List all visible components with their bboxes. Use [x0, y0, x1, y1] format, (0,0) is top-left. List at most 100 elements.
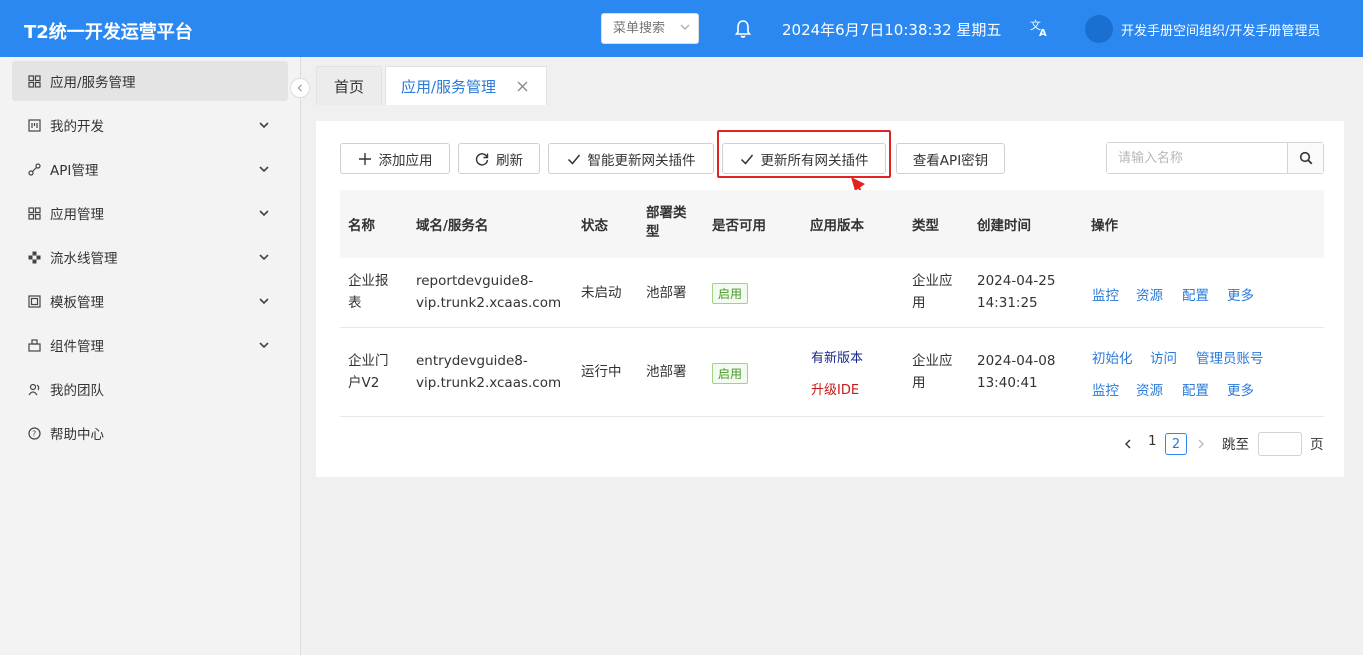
- user-org-name[interactable]: 开发手册空间组织/开发手册管理员: [1121, 20, 1320, 39]
- cell-type-line1: 企业应: [912, 353, 953, 369]
- pipeline-icon: [28, 251, 41, 263]
- col-deploy-type: 部署类 型: [646, 204, 687, 242]
- page-current[interactable]: 2: [1165, 433, 1187, 455]
- cell-domain-line1: reportdevguide8-: [416, 273, 534, 289]
- help-icon: ?: [28, 426, 41, 440]
- sidebar-item-pipeline[interactable]: 流水线管理: [12, 237, 288, 277]
- chevron-down-icon: [259, 254, 269, 261]
- cell-created-time: 13:40:41: [977, 375, 1038, 391]
- sidebar-item-label: 帮助中心: [50, 427, 104, 443]
- new-version-link[interactable]: 有新版本: [811, 347, 863, 366]
- apps-icon: [28, 206, 41, 220]
- sidebar-item-label: 流水线管理: [50, 251, 118, 267]
- sidebar-item-api[interactable]: API管理: [12, 149, 288, 189]
- init-link[interactable]: 初始化: [1092, 347, 1133, 367]
- cell-name-line2: 户V2: [348, 375, 380, 391]
- col-status: 状态: [581, 218, 608, 234]
- menu-search-select[interactable]: [601, 13, 699, 44]
- sidebar-item-label: 我的开发: [50, 119, 104, 135]
- sidebar-item-label: 应用管理: [50, 207, 104, 223]
- chevron-down-icon: [259, 298, 269, 305]
- more-link[interactable]: 更多: [1227, 379, 1254, 399]
- search-icon: [1299, 151, 1312, 165]
- brand-title: T2统一开发运营平台: [24, 22, 193, 43]
- datetime-display: 2024年6月7日10:38:32 星期五: [782, 21, 1002, 39]
- sidebar-item-team[interactable]: 我的团队: [12, 369, 288, 409]
- page-suffix: 页: [1310, 437, 1324, 453]
- cell-domain: entrydevguide8- vip.trunk2.xcaas.com: [416, 350, 561, 394]
- col-version: 应用版本: [810, 218, 864, 234]
- sidebar-item-label: 模板管理: [50, 295, 104, 311]
- top-header: T2统一开发运营平台 2024年6月7日10:38:32 星期五 文A 开发手册…: [0, 0, 1363, 57]
- sidebar-item-app-service[interactable]: 应用/服务管理: [12, 61, 288, 101]
- team-icon: [28, 383, 40, 395]
- chevron-down-icon: [259, 166, 269, 173]
- search-button[interactable]: [1287, 143, 1323, 173]
- table-header: 名称 域名/服务名 状态 部署类 型 是否可用 应用版本 类型 创建时间 操作: [340, 190, 1324, 258]
- status-badge: 启用: [712, 283, 749, 304]
- avatar[interactable]: [1085, 15, 1113, 43]
- translate-icon[interactable]: 文A: [1030, 18, 1050, 38]
- button-label: 智能更新网关插件: [587, 152, 696, 169]
- upgrade-ide-link[interactable]: 升级IDE: [811, 379, 859, 398]
- admin-account-link[interactable]: 管理员账号: [1196, 347, 1264, 367]
- cell-status: 运行中: [581, 364, 622, 380]
- cell-domain-line2: vip.trunk2.xcaas.com: [416, 375, 562, 391]
- cell-type: 企业应 用: [912, 270, 953, 314]
- cell-type-line2: 用: [912, 295, 926, 311]
- bell-icon[interactable]: [734, 19, 752, 39]
- name-search-input[interactable]: [1107, 143, 1287, 173]
- close-icon[interactable]: [517, 81, 528, 92]
- page-1[interactable]: 1: [1148, 433, 1157, 449]
- sidebar-item-apps[interactable]: 应用管理: [12, 193, 288, 233]
- visit-link[interactable]: 访问: [1150, 347, 1177, 367]
- col-name: 名称: [348, 218, 375, 234]
- cell-name-line1: 企业门: [348, 353, 389, 369]
- add-app-button[interactable]: 添加应用: [340, 143, 450, 174]
- sidebar: 应用/服务管理 我的开发 API管理 应用管理 流水线管理 模板管理 组件管理 …: [0, 57, 301, 655]
- cell-created-date: 2024-04-08: [977, 353, 1056, 369]
- cell-deploy: 池部署: [646, 285, 687, 301]
- refresh-icon: [475, 152, 489, 166]
- button-label: 刷新: [496, 152, 523, 169]
- resource-link[interactable]: 资源: [1136, 284, 1163, 304]
- cell-domain-line1: entrydevguide8-: [416, 353, 528, 369]
- app-grid-icon: [28, 74, 41, 88]
- cell-name: 企业门 户V2: [348, 350, 389, 394]
- monitor-link[interactable]: 监控: [1092, 379, 1119, 399]
- col-type: 类型: [912, 218, 939, 234]
- jump-page-input[interactable]: [1258, 432, 1302, 456]
- tab-app-service[interactable]: 应用/服务管理: [385, 66, 547, 105]
- check-icon: [567, 154, 580, 165]
- monitor-link[interactable]: 监控: [1092, 284, 1119, 304]
- refresh-button[interactable]: 刷新: [458, 143, 540, 174]
- sidebar-item-help[interactable]: ? 帮助中心: [12, 413, 288, 453]
- sidebar-item-label: 组件管理: [50, 339, 104, 355]
- cell-created-time: 14:31:25: [977, 295, 1038, 311]
- sidebar-item-label: 我的团队: [50, 383, 104, 399]
- cell-status: 未启动: [581, 285, 622, 301]
- config-link[interactable]: 配置: [1182, 379, 1209, 399]
- chevron-down-icon: [259, 210, 269, 217]
- sidebar-item-template[interactable]: 模板管理: [12, 281, 288, 321]
- config-link[interactable]: 配置: [1182, 284, 1209, 304]
- next-page-icon[interactable]: [1195, 438, 1207, 450]
- svg-text:A: A: [1039, 28, 1047, 38]
- sidebar-item-component[interactable]: 组件管理: [12, 325, 288, 365]
- more-link[interactable]: 更多: [1227, 284, 1254, 304]
- resource-link[interactable]: 资源: [1136, 379, 1163, 399]
- tab-label: 首页: [333, 77, 364, 96]
- smart-update-gateway-button[interactable]: 智能更新网关插件: [548, 143, 714, 174]
- api-icon: [28, 162, 41, 176]
- menu-search-input[interactable]: [613, 21, 675, 36]
- cell-created: 2024-04-08 13:40:41: [977, 350, 1055, 394]
- sidebar-item-my-dev[interactable]: 我的开发: [12, 105, 288, 145]
- button-label: 查看API密钥: [912, 152, 989, 169]
- prev-page-icon[interactable]: [1122, 438, 1134, 450]
- tab-home[interactable]: 首页: [316, 66, 382, 105]
- col-ops: 操作: [1091, 218, 1118, 234]
- dev-icon: [28, 118, 41, 132]
- collapse-sidebar-button[interactable]: [290, 78, 310, 98]
- col-domain: 域名/服务名: [416, 218, 489, 234]
- view-api-key-button[interactable]: 查看API密钥: [896, 143, 1005, 174]
